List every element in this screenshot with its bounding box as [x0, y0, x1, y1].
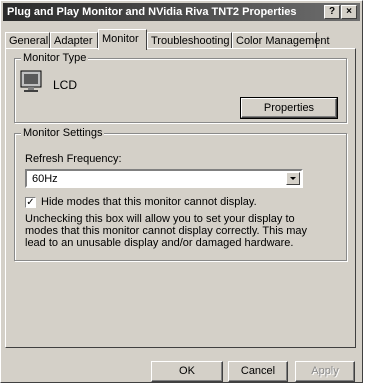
tab-general[interactable]: General — [5, 32, 50, 49]
monitor-type-legend: Monitor Type — [21, 52, 89, 64]
monitor-icon — [20, 70, 42, 92]
help-button[interactable]: ? — [324, 5, 340, 19]
chevron-down-icon[interactable] — [286, 172, 300, 185]
apply-button[interactable]: Apply — [295, 361, 355, 382]
hide-modes-checkbox[interactable]: ✓ — [25, 197, 36, 208]
title-bar[interactable]: Plug and Play Monitor and NVidia Riva TN… — [3, 3, 360, 21]
monitor-type-group: Monitor Type LCD Properties — [14, 52, 347, 123]
properties-button[interactable]: Properties — [240, 97, 338, 119]
hide-modes-label[interactable]: Hide modes that this monitor cannot disp… — [41, 196, 257, 208]
refresh-frequency-select[interactable]: 60Hz — [25, 169, 303, 188]
tab-monitor[interactable]: Monitor — [98, 29, 147, 50]
window-title: Plug and Play Monitor and NVidia Riva TN… — [7, 6, 297, 18]
hide-modes-description: Unchecking this box will allow you to se… — [25, 213, 308, 249]
ok-button[interactable]: OK — [151, 361, 223, 382]
monitor-tab-panel: Monitor Type LCD Properties Monitor Sett… — [5, 48, 356, 348]
tab-troubleshooting[interactable]: Troubleshooting — [147, 32, 232, 49]
monitor-settings-legend: Monitor Settings — [21, 127, 105, 139]
refresh-frequency-label: Refresh Frequency: — [25, 153, 122, 165]
tab-adapter[interactable]: Adapter — [50, 32, 98, 49]
properties-window: Plug and Play Monitor and NVidia Riva TN… — [0, 0, 363, 383]
cancel-button[interactable]: Cancel — [228, 361, 288, 382]
monitor-name: LCD — [53, 78, 78, 92]
refresh-frequency-value: 60Hz — [32, 173, 58, 185]
tab-color-management[interactable]: Color Management — [232, 32, 330, 49]
close-button[interactable]: × — [341, 5, 357, 19]
